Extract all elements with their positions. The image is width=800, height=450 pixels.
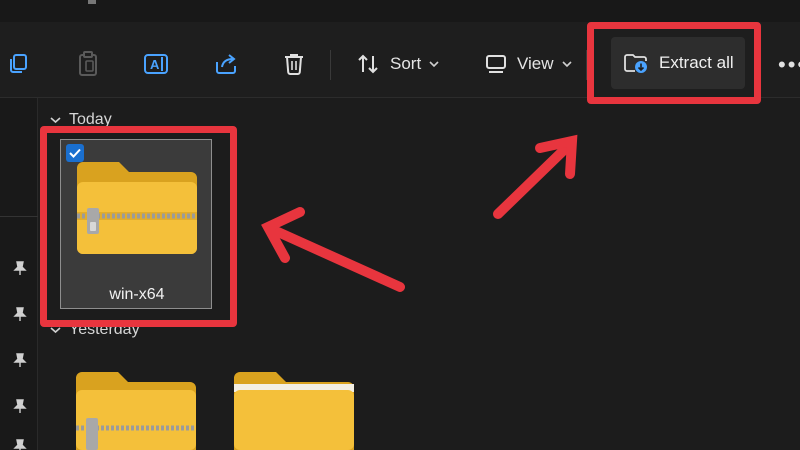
arrow-to-file bbox=[261, 207, 405, 292]
annotation-arrows bbox=[261, 134, 578, 292]
arrow-to-extract bbox=[493, 134, 578, 219]
